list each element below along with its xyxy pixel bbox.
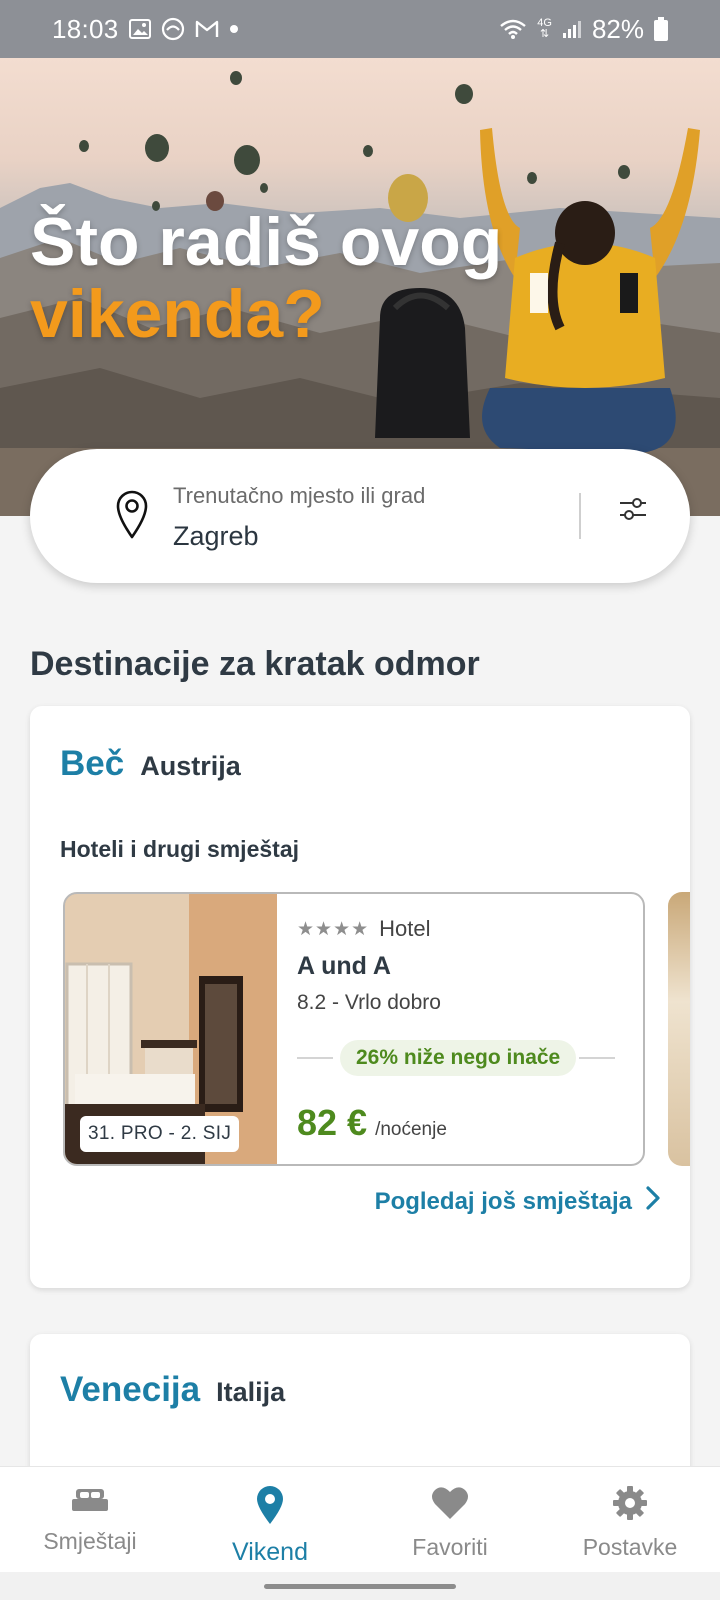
nav-label-vikend: Vikend [232,1538,308,1566]
nav-item-vikend[interactable]: Vikend [180,1467,360,1572]
destination-city: Venecija [60,1370,201,1409]
chevron-right-icon [646,1186,660,1217]
battery-icon [654,17,668,41]
date-badge: 31. PRO - 2. SIJ [80,1116,240,1152]
more-accommodation-label: Pogledaj još smještaja [374,1187,632,1215]
home-indicator[interactable] [264,1584,456,1589]
notification-dot-icon [229,24,239,34]
hero-title-line1: Što radiš ovog [30,204,503,280]
nav-label-favoriti: Favoriti [412,1534,488,1560]
filter-sliders-icon[interactable] [618,495,648,528]
location-pin-icon [115,489,149,544]
nav-label-postavke: Postavke [582,1534,678,1560]
search-divider [579,493,581,539]
nav-item-favoriti[interactable]: Favoriti [360,1467,540,1572]
location-field-label: Trenutačno mjesto ili grad [173,483,426,508]
location-field[interactable]: Trenutačno mjesto ili grad Zagreb [173,483,425,552]
gallery-icon [128,19,151,39]
location-search[interactable]: Trenutačno mjesto ili grad Zagreb [30,449,690,583]
hero-title: Što radiš ovog vikenda? [30,206,502,350]
gear-icon [612,1485,648,1526]
section-title: Destinacije za kratak odmor [30,645,480,683]
system-navigation-bar [0,1572,720,1600]
status-time: 18:03 [52,13,119,44]
hero-banner: Što radiš ovog vikenda? [0,58,720,516]
hotel-photo: 31. PRO - 2. SIJ [65,894,277,1164]
more-accommodation-link[interactable]: Pogledaj još smještaja [375,1186,660,1217]
bed-icon [70,1485,110,1520]
hotel-type: Hotel [379,916,431,941]
nav-label-smjestaji: Smještaji [43,1528,137,1554]
deal-row: 26% niže nego inače [297,1040,615,1076]
destination-header[interactable]: Beč Austrija [60,744,241,784]
destination-country: Austrija [140,751,241,781]
deal-line-right [579,1057,615,1059]
location-pin-icon [255,1485,285,1530]
hotel-rating: 8.2 - Vrlo dobro [297,991,441,1014]
destination-header[interactable]: Venecija Italija [60,1370,285,1410]
deal-badge: 26% niže nego inače [340,1040,577,1076]
hotel-name: A und A [297,952,391,980]
battery-percent: 82% [591,13,644,44]
hotel-card[interactable]: 31. PRO - 2. SIJ ★★★★ Hotel A und A 8.2 … [63,892,645,1166]
network-type-icon: 4G ⇅ [537,17,552,40]
hero-title-line2: vikenda? [30,276,325,352]
per-night-label: /noćenje [375,1119,447,1140]
destination-city: Beč [60,744,125,783]
accommodation-subtitle: Hoteli i drugi smještaj [60,836,299,862]
location-field-value: Zagreb [173,521,259,551]
nav-item-smjestaji[interactable]: Smještaji [0,1467,180,1572]
gmail-icon [195,19,219,39]
next-hotel-card-peek[interactable] [668,892,690,1166]
star-rating-icon: ★★★★ [297,918,370,940]
heart-icon [430,1485,470,1526]
bottom-navigation: Smještaji Vikend Favoriti Postavke [0,1466,720,1572]
hotel-info: ★★★★ Hotel A und A 8.2 - Vrlo dobro [297,916,623,1015]
nav-item-postavke[interactable]: Postavke [540,1467,720,1572]
destination-card: Beč Austrija Hoteli i drugi smještaj 31.… [30,706,690,1288]
sync-icon [161,17,185,41]
deal-line-left [297,1057,333,1059]
wifi-icon [499,18,527,40]
signal-icon [562,19,582,39]
destination-country: Italija [216,1377,286,1407]
price-row: 82 € /noćenje [297,1102,447,1144]
hotel-price: 82 € [297,1102,368,1143]
status-bar: 18:03 4G ⇅ 82% [0,0,720,58]
